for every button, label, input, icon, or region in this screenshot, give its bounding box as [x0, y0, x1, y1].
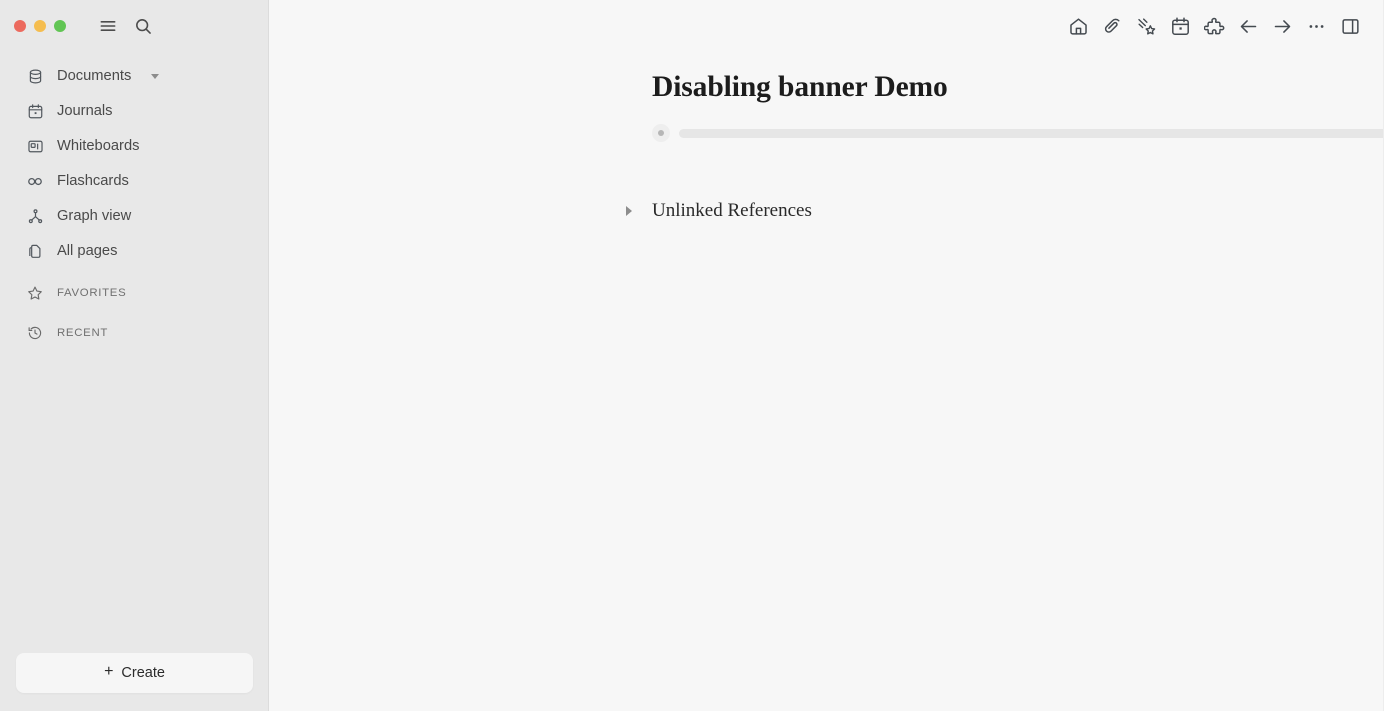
hamburger-icon[interactable]: [93, 11, 123, 41]
create-button[interactable]: + Create: [16, 653, 253, 693]
paperclip-icon[interactable]: [1095, 9, 1129, 43]
arrow-right-icon[interactable]: [1265, 9, 1299, 43]
calendar-icon: [26, 103, 44, 121]
sidebar-section-label: FAVORITES: [57, 286, 127, 299]
block-bullet[interactable]: [652, 124, 670, 142]
infinity-icon: [26, 173, 44, 191]
sidebar-footer: + Create: [0, 653, 268, 711]
window-traffic-lights: [14, 20, 66, 32]
pages-icon: [26, 243, 44, 261]
main-content: Disabling banner Demo Unlinked Reference…: [269, 0, 1384, 711]
sidebar-item-flashcards[interactable]: Flashcards: [0, 164, 268, 199]
block-content-input[interactable]: [679, 128, 1384, 138]
sidebar-item-label: Graph view: [57, 208, 132, 225]
editor-block-row: [652, 124, 1384, 142]
sidebar-header: [0, 0, 268, 52]
search-icon[interactable]: [128, 11, 158, 41]
bullet-dot: [658, 130, 664, 136]
arrow-left-icon[interactable]: [1231, 9, 1265, 43]
left-sidebar: Documents Journals Whiteboards Flashcard…: [0, 0, 269, 711]
sidebar-section-favorites[interactable]: FAVORITES: [0, 275, 268, 310]
home-icon[interactable]: [1061, 9, 1095, 43]
sidebar-item-whiteboards[interactable]: Whiteboards: [0, 129, 268, 164]
calendar-icon[interactable]: [1163, 9, 1197, 43]
sidebar-section-label: RECENT: [57, 326, 109, 339]
star-icon: [26, 284, 44, 302]
sidebar-item-label: Documents: [57, 68, 132, 85]
sidebar-item-journals[interactable]: Journals: [0, 94, 268, 129]
database-icon: [26, 68, 44, 86]
page-title[interactable]: Disabling banner Demo: [652, 72, 948, 103]
whiteboard-icon: [26, 138, 44, 156]
ellipsis-icon[interactable]: [1299, 9, 1333, 43]
create-button-label: Create: [121, 665, 165, 681]
sidebar-item-label: Journals: [57, 103, 113, 120]
sidebar-item-all-pages[interactable]: All pages: [0, 234, 268, 269]
chevron-right-icon[interactable]: [621, 203, 637, 219]
plus-icon: +: [104, 663, 114, 680]
sidebar-item-documents[interactable]: Documents: [0, 59, 268, 94]
history-icon: [26, 324, 44, 342]
minimize-window-button[interactable]: [34, 20, 46, 32]
graph-icon: [26, 208, 44, 226]
maximize-window-button[interactable]: [54, 20, 66, 32]
app-window: Documents Journals Whiteboards Flashcard…: [0, 0, 1384, 711]
chevron-down-icon[interactable]: [151, 74, 160, 79]
shooting-star-icon[interactable]: [1129, 9, 1163, 43]
top-toolbar: [1061, 0, 1384, 52]
sidebar-right-icon[interactable]: [1333, 9, 1367, 43]
close-window-button[interactable]: [14, 20, 26, 32]
puzzle-icon[interactable]: [1197, 9, 1231, 43]
unlinked-references-label: Unlinked References: [652, 200, 812, 221]
unlinked-references-toggle[interactable]: Unlinked References: [621, 201, 812, 220]
sidebar-item-label: All pages: [57, 243, 118, 260]
sidebar-item-label: Flashcards: [57, 173, 129, 190]
sidebar-section-recent[interactable]: RECENT: [0, 315, 268, 350]
sidebar-item-graph-view[interactable]: Graph view: [0, 199, 268, 234]
sidebar-item-label: Whiteboards: [57, 138, 140, 155]
sidebar-nav: Documents Journals Whiteboards Flashcard…: [0, 59, 268, 350]
